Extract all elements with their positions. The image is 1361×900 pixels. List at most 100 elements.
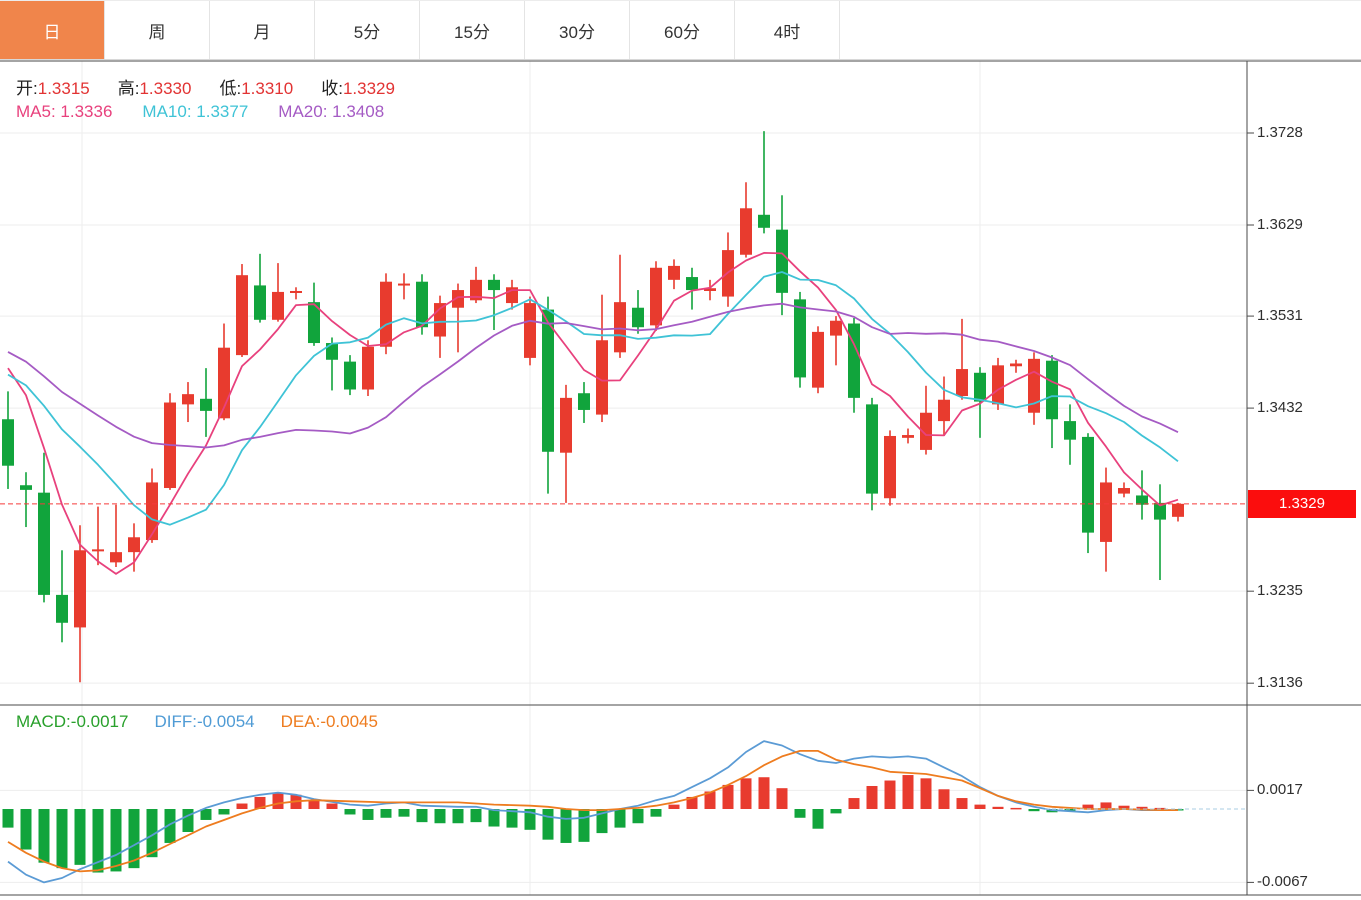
candle: [578, 393, 590, 410]
y-axis-label: 1.3629: [1257, 216, 1303, 233]
candle: [614, 302, 626, 352]
candle: [884, 436, 896, 498]
macd-bar: [363, 809, 374, 820]
tab-4hour[interactable]: 4时: [735, 1, 840, 59]
y-axis-label: 1.3728: [1257, 124, 1303, 141]
macd-bar: [813, 809, 824, 829]
macd-legend: MACD:-0.0017DIFF:-0.0054DEA:-0.0045: [16, 712, 404, 732]
candle: [812, 332, 824, 388]
macd-bar: [939, 789, 950, 809]
macd-bar: [471, 809, 482, 822]
candle: [416, 282, 428, 328]
y-axis-label: 0.0017: [1257, 781, 1303, 798]
candle: [38, 493, 50, 595]
ma10-legend: MA10: 1.3377: [142, 102, 248, 121]
low-label: 低:: [219, 79, 241, 98]
candle: [776, 230, 788, 293]
candle: [1046, 361, 1058, 420]
y-axis-label: -0.0067: [1257, 873, 1308, 890]
macd-bar: [669, 805, 680, 809]
tab-month[interactable]: 月: [210, 1, 315, 59]
macd-bar: [201, 809, 212, 820]
macd-panel: [3, 741, 1248, 882]
candle: [20, 485, 32, 490]
macd-bar: [993, 807, 1004, 809]
diff-value-legend: DIFF:-0.0054: [154, 712, 254, 731]
candlestick-chart-canvas[interactable]: [0, 0, 1361, 900]
candle: [1082, 437, 1094, 533]
candle: [92, 549, 104, 551]
candle: [380, 282, 392, 347]
ma5-legend: MA5: 1.3336: [16, 102, 112, 121]
tab-week[interactable]: 周: [105, 1, 210, 59]
macd-bar: [921, 778, 932, 809]
candle: [524, 303, 536, 358]
candle: [632, 308, 644, 328]
macd-bar: [543, 809, 554, 840]
ma5-line: [8, 253, 1178, 574]
macd-bar: [903, 775, 914, 809]
tab-60min[interactable]: 60分: [630, 1, 735, 59]
candle: [740, 208, 752, 254]
candle: [290, 291, 302, 293]
gridlines: [0, 61, 1247, 895]
panel-frame: [0, 61, 1361, 895]
macd-bar: [579, 809, 590, 842]
close-value: 1.3329: [343, 79, 395, 98]
macd-bar: [561, 809, 572, 843]
macd-bar: [849, 798, 860, 809]
candle: [1172, 504, 1184, 517]
y-axis-label: 1.3531: [1257, 307, 1303, 324]
candle: [56, 595, 68, 623]
ma-lines: [0, 253, 1247, 574]
open-label: 开:: [16, 79, 38, 98]
low-value: 1.3310: [241, 79, 293, 98]
candle: [866, 404, 878, 493]
candle: [650, 268, 662, 326]
candle: [1010, 363, 1022, 366]
ohlc-readout: 开:1.3315高:1.3330低:1.3310收:1.3329: [16, 74, 423, 99]
y-axis-label: 1.3136: [1257, 674, 1303, 691]
candle: [2, 419, 14, 465]
macd-bar: [633, 809, 644, 823]
macd-bar: [795, 809, 806, 818]
macd-bar: [183, 809, 194, 832]
macd-bar: [867, 786, 878, 809]
open-value: 1.3315: [38, 79, 90, 98]
candle: [182, 394, 194, 404]
candle: [1064, 421, 1076, 440]
macd-bar: [759, 777, 770, 809]
macd-bar: [435, 809, 446, 823]
candle: [146, 482, 158, 540]
macd-value-legend: MACD:-0.0017: [16, 712, 128, 731]
macd-bar: [219, 809, 230, 814]
candle: [938, 400, 950, 421]
candle: [560, 398, 572, 453]
y-axis-label: 1.3432: [1257, 399, 1303, 416]
macd-bar: [777, 788, 788, 809]
candle: [668, 266, 680, 280]
candle: [362, 347, 374, 390]
candle: [1100, 482, 1112, 541]
tab-day[interactable]: 日: [0, 1, 105, 59]
tab-5min[interactable]: 5分: [315, 1, 420, 59]
candle: [398, 284, 410, 286]
candle: [758, 215, 770, 228]
macd-bar: [723, 785, 734, 809]
candle: [254, 285, 266, 319]
candle: [686, 277, 698, 290]
macd-bar: [417, 809, 428, 822]
macd-bar: [399, 809, 410, 817]
macd-bar: [957, 798, 968, 809]
candle: [110, 552, 122, 562]
tab-30min[interactable]: 30分: [525, 1, 630, 59]
tab-15min[interactable]: 15分: [420, 1, 525, 59]
candle: [344, 362, 356, 390]
macd-bar: [75, 809, 86, 865]
macd-bar: [975, 805, 986, 809]
macd-bar: [3, 809, 14, 828]
close-label: 收:: [321, 79, 343, 98]
macd-bar: [1011, 808, 1022, 810]
macd-bar: [327, 804, 338, 809]
candle: [128, 537, 140, 552]
